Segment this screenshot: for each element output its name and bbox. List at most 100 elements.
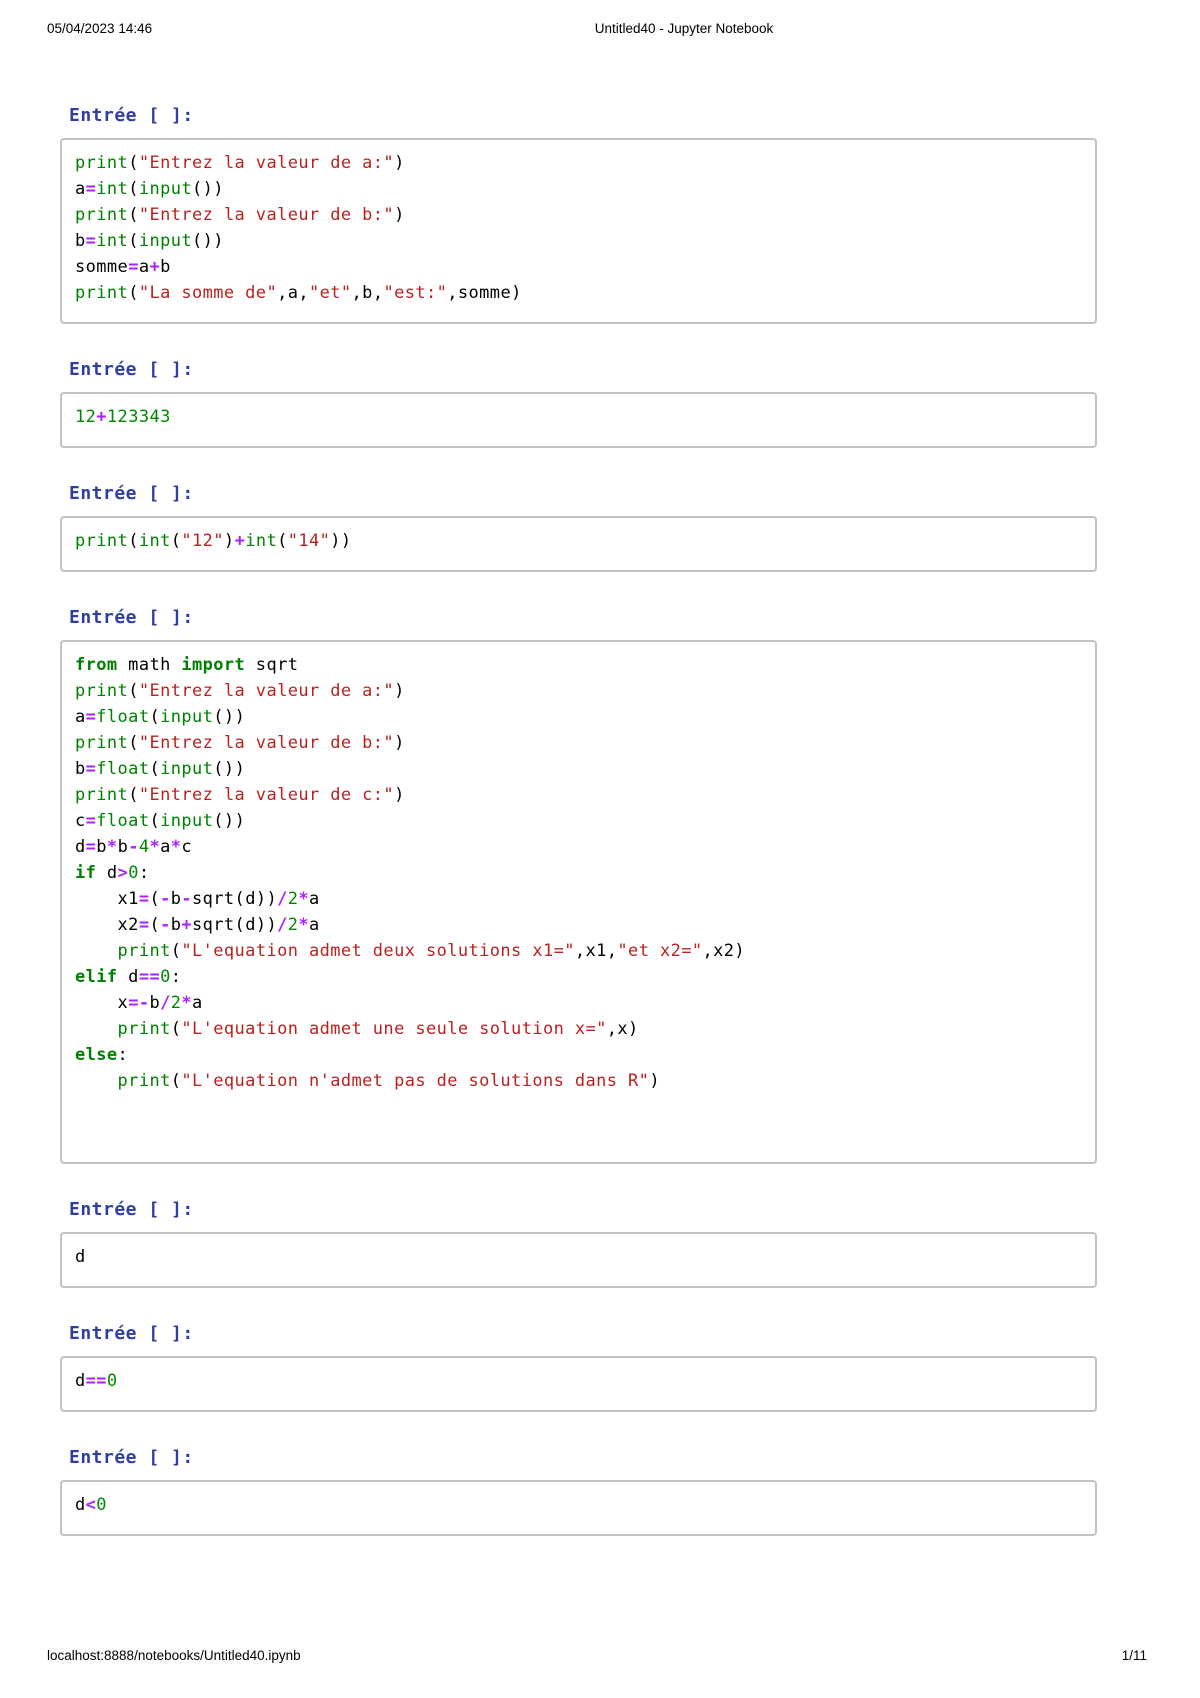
code-token-n: 2 xyxy=(287,889,299,909)
code-token-v: ) xyxy=(223,531,235,551)
code-token-o: = xyxy=(138,889,150,909)
print-footer: localhost:8888/notebooks/Untitled40.ipyn… xyxy=(47,1648,1147,1666)
code-token-v: ( xyxy=(170,1019,182,1039)
code-source: print("Entrez la valeur de a:") a=int(in… xyxy=(75,150,1081,306)
code-token-o: / xyxy=(277,889,288,909)
code-token-v: ( xyxy=(149,811,161,831)
code-token-b: print xyxy=(75,531,129,551)
code-token-v: ,a, xyxy=(277,283,309,303)
notebook-cell: Entrée [ ]: 12+123343 xyxy=(60,358,1097,448)
code-token-o: / xyxy=(160,993,171,1013)
code-token-v: b xyxy=(160,257,171,277)
code-token-o: = xyxy=(85,707,97,727)
code-token-v: ( xyxy=(128,283,139,303)
code-token-v: d xyxy=(117,967,139,987)
code-token-s: "Entrez la valeur de a:" xyxy=(138,681,395,701)
code-token-s: "Entrez la valeur de b:" xyxy=(138,733,395,753)
code-token-o: == xyxy=(138,967,161,987)
code-token-o: < xyxy=(85,1495,97,1515)
code-token-o: = xyxy=(85,759,97,779)
input-prompt: Entrée [ ]: xyxy=(69,359,194,380)
code-token-v: d xyxy=(75,1371,86,1391)
code-token-n: 123343 xyxy=(106,407,171,427)
code-token-v: ()) xyxy=(192,231,224,251)
code-token-b: input xyxy=(138,179,193,199)
code-token-o: - xyxy=(181,889,193,909)
code-cell-box[interactable]: d xyxy=(60,1232,1097,1288)
code-token-b: print xyxy=(75,733,129,753)
code-token-v: ( xyxy=(128,785,139,805)
code-token-o: + xyxy=(149,257,161,277)
code-token-v: ,b, xyxy=(351,283,384,303)
code-source: 12+123343 xyxy=(75,404,1081,430)
code-token-v: ( xyxy=(170,941,182,961)
notebook-cell: Entrée [ ]: print("Entrez la valeur de a:… xyxy=(60,104,1097,324)
code-token-b: float xyxy=(96,811,150,831)
code-token-b: print xyxy=(117,1071,171,1091)
code-token-b: print xyxy=(75,283,129,303)
code-token-n: 2 xyxy=(287,915,299,935)
code-token-v: ( xyxy=(149,915,161,935)
code-token-v: ( xyxy=(128,205,139,225)
code-token-n: 2 xyxy=(170,993,182,1013)
code-token-v: d xyxy=(75,837,86,857)
code-token-b: print xyxy=(75,205,129,225)
code-token-o: * xyxy=(298,915,310,935)
code-cell-box[interactable]: d<0 xyxy=(60,1480,1097,1536)
code-token-s: "14" xyxy=(287,531,331,551)
code-source: d==0 xyxy=(75,1368,1081,1394)
code-token-b: print xyxy=(117,941,171,961)
code-token-o: + xyxy=(181,915,193,935)
input-prompt: Entrée [ ]: xyxy=(69,105,194,126)
code-token-v: ) xyxy=(394,681,405,701)
code-token-v: x1 xyxy=(75,889,139,909)
code-token-v: ,x2) xyxy=(702,941,746,961)
code-token-v: ( xyxy=(149,759,161,779)
code-cell-box[interactable]: 12+123343 xyxy=(60,392,1097,448)
code-token-o: / xyxy=(277,915,288,935)
code-token-o: = xyxy=(138,915,150,935)
code-token-v: a xyxy=(138,257,150,277)
code-token-v: x2 xyxy=(75,915,139,935)
code-token-b: input xyxy=(160,759,214,779)
code-token-v: ,x1, xyxy=(574,941,618,961)
code-token-b: input xyxy=(160,707,214,727)
notebook-cell: Entrée [ ]: d==0 xyxy=(60,1322,1097,1412)
code-token-n: 4 xyxy=(138,837,150,857)
code-token-v: : xyxy=(117,1045,129,1065)
code-token-b: print xyxy=(75,785,129,805)
code-token-n: 0 xyxy=(128,863,139,883)
code-token-v: d xyxy=(75,1247,86,1267)
code-token-s: "L'equation admet une seule solution x=" xyxy=(181,1019,607,1039)
code-token-v: c xyxy=(181,837,193,857)
code-token-o: = xyxy=(85,231,97,251)
code-token-o: + xyxy=(234,531,246,551)
code-token-b: float xyxy=(96,707,150,727)
code-cell-box[interactable]: print("Entrez la valeur de a:") a=int(in… xyxy=(60,138,1097,324)
code-token-v: : xyxy=(170,967,182,987)
code-token-v: ( xyxy=(128,231,139,251)
code-token-s: "L'equation n'admet pas de solutions dan… xyxy=(181,1071,650,1091)
code-token-v: sqrt xyxy=(245,655,299,675)
code-cell-box[interactable]: d==0 xyxy=(60,1356,1097,1412)
code-token-v xyxy=(75,1071,118,1091)
code-token-v: )) xyxy=(330,531,352,551)
code-token-v: math xyxy=(117,655,182,675)
code-token-v: b xyxy=(96,837,107,857)
code-token-s: "L'equation admet deux solutions x1=" xyxy=(181,941,575,961)
code-token-v: b xyxy=(75,231,86,251)
code-token-o: - xyxy=(128,837,139,857)
code-token-s: "Entrez la valeur de b:" xyxy=(138,205,395,225)
notebook-cell: Entrée [ ]: from math import sqrt print("… xyxy=(60,606,1097,1164)
code-token-k: elif xyxy=(75,967,118,987)
code-cell-box[interactable]: from math import sqrt print("Entrez la v… xyxy=(60,640,1097,1164)
notebook-cell: Entrée [ ]: print(int("12")+int("14")) xyxy=(60,482,1097,572)
code-token-o: * xyxy=(298,889,310,909)
code-token-v: ()) xyxy=(213,759,246,779)
code-token-v: ,somme) xyxy=(447,283,522,303)
code-token-v: a xyxy=(75,707,86,727)
code-token-n: 0 xyxy=(160,967,171,987)
code-token-o: * xyxy=(170,837,182,857)
code-cell-box[interactable]: print(int("12")+int("14")) xyxy=(60,516,1097,572)
code-token-v: d xyxy=(96,863,118,883)
